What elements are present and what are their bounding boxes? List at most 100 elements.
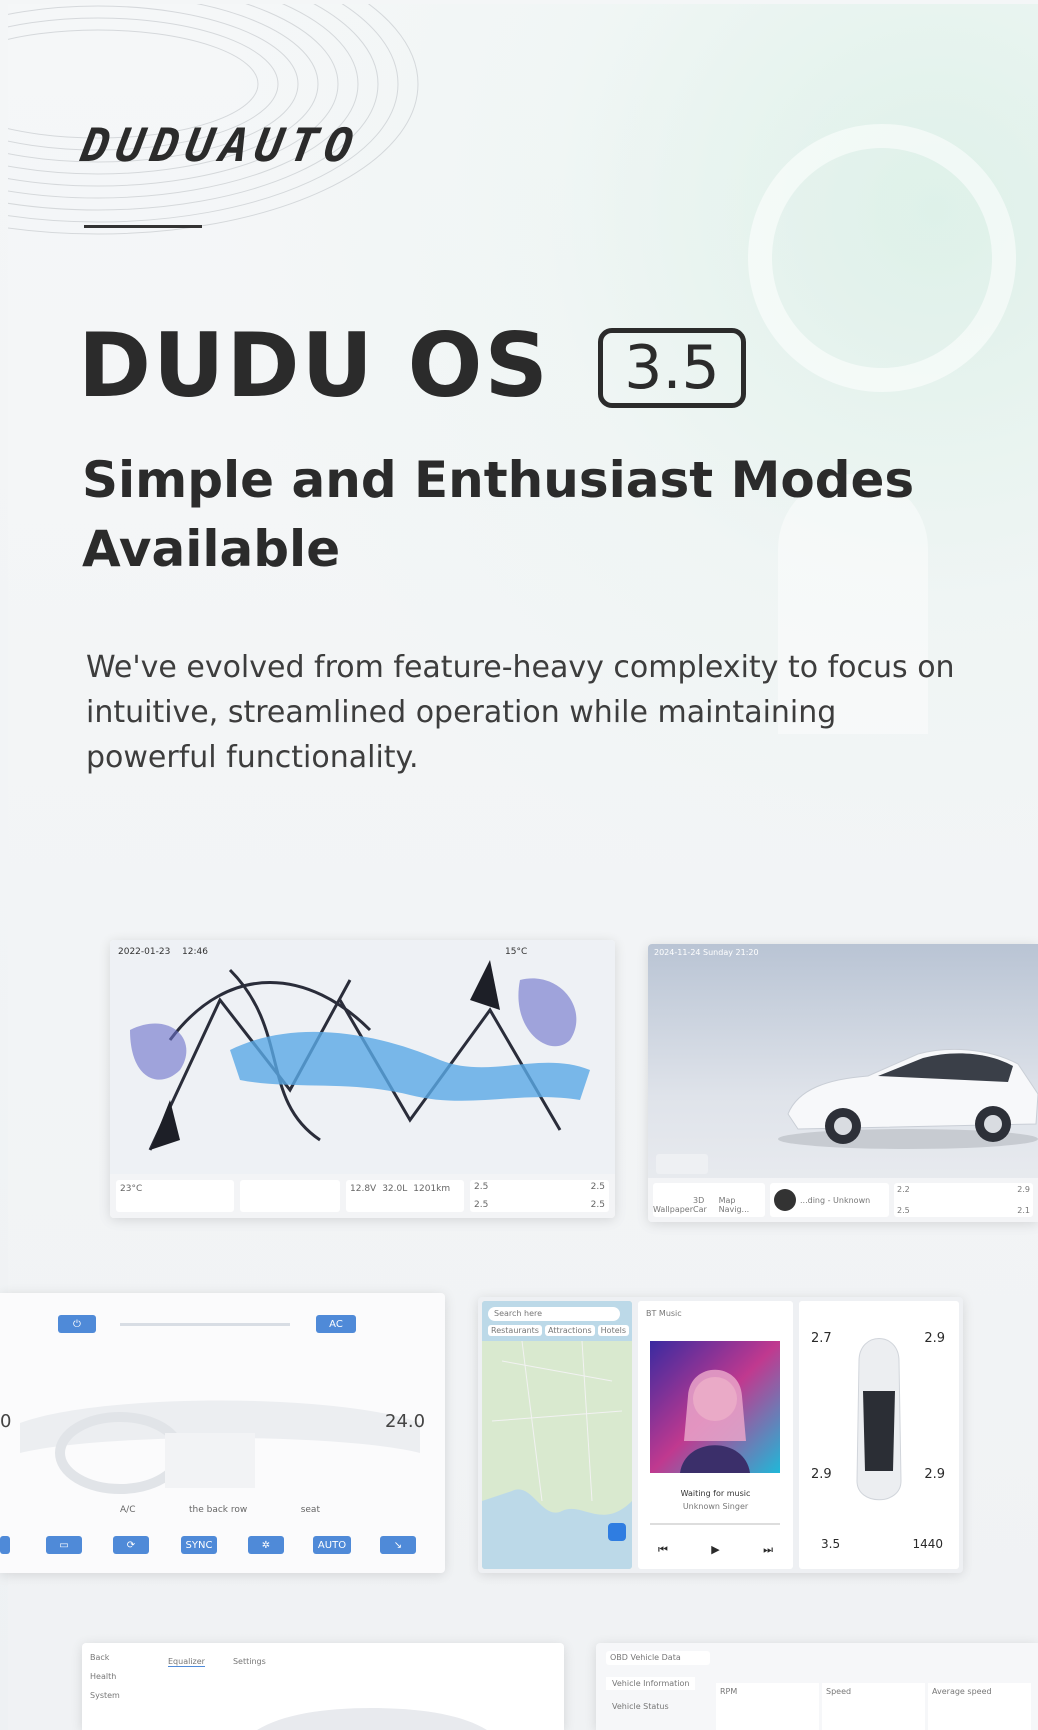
power-button[interactable]: ⏻ <box>58 1315 96 1333</box>
screen1-date: 2022-01-23 <box>118 947 170 957</box>
music-disc-icon <box>774 1189 796 1211</box>
auto-button[interactable]: AUTO <box>313 1536 351 1554</box>
anime-wallpaper: 2022-01-23 12:46 15°C <box>110 940 615 1174</box>
car-top-view <box>856 1338 902 1501</box>
brand-underline <box>84 225 202 228</box>
screen2-header: 2024-11-24 Sunday 21:20 <box>654 948 759 957</box>
car-3d-image <box>778 1048 1038 1149</box>
temp-right: 24.0 <box>385 1411 426 1432</box>
menu-vehicle-info[interactable]: Vehicle Information <box>606 1677 696 1690</box>
menu-system[interactable]: System <box>90 1691 120 1700</box>
remaining-range: 1440 <box>912 1537 943 1551</box>
app-3d-car[interactable]: 3D Car <box>693 1196 719 1214</box>
feature-back-row[interactable]: the back row <box>189 1505 247 1515</box>
sync-button[interactable]: SYNC <box>181 1536 217 1554</box>
menu-health[interactable]: Health <box>90 1672 120 1681</box>
screenshot-obd: OBD Vehicle Data Vehicle Information Veh… <box>596 1643 1038 1730</box>
gauge-rpm: RPM <box>716 1683 819 1730</box>
next-icon[interactable]: ⏭ <box>763 1543 773 1557</box>
map-chips: Restaurants Attractions Hotels <box>488 1325 630 1336</box>
music-widget[interactable]: ...ding - Unknown <box>770 1183 889 1217</box>
obd-dropdown[interactable]: OBD Vehicle Data <box>606 1651 710 1665</box>
screenshot-climate: ⏻ AC 0 24.0 A/C the back row seat ▭ ⟳ SY… <box>0 1293 445 1573</box>
screen1-time: 12:46 <box>182 947 208 957</box>
tire-panel: 2.7 2.9 2.9 2.9 3.5 1440 <box>799 1301 959 1569</box>
feature-seat[interactable]: seat <box>301 1505 320 1515</box>
album-art <box>650 1341 780 1473</box>
climate-features: A/C the back row seat <box>120 1505 320 1515</box>
battery-voltage: 3.5 <box>821 1537 841 1551</box>
tire2-fr: 2.9 <box>1017 1185 1030 1194</box>
tab-equalizer[interactable]: Equalizer <box>168 1657 205 1667</box>
play-icon[interactable]: ▶ <box>711 1543 719 1557</box>
climate-button-edge[interactable] <box>0 1536 10 1554</box>
tire-rr: 2.5 <box>590 1200 605 1210</box>
voltage-value: 12.8V <box>350 1184 377 1194</box>
obd-menu: Vehicle Information Vehicle Status <box>606 1677 696 1713</box>
fan-button[interactable]: ✲ <box>248 1536 284 1554</box>
recirculate-button[interactable]: ⟳ <box>113 1536 149 1554</box>
range-value: 1201km <box>413 1184 451 1194</box>
fan-slider[interactable] <box>120 1323 290 1326</box>
song-title: Waiting for music <box>680 1489 751 1498</box>
ac-button[interactable]: AC <box>316 1315 356 1333</box>
screen1-temp: 15°C <box>505 947 527 957</box>
settings-menu: Back Health System <box>90 1653 120 1700</box>
previous-icon[interactable]: ⏮ <box>658 1543 668 1557</box>
tire4-fr: 2.9 <box>924 1331 945 1346</box>
app-map[interactable]: Map Navig... <box>719 1196 765 1214</box>
tire4-fl: 2.7 <box>811 1331 832 1346</box>
temp-left: 0 <box>0 1411 12 1432</box>
map-panel[interactable]: Search here Restaurants Attractions Hote… <box>482 1301 632 1569</box>
music-progress[interactable] <box>650 1523 780 1525</box>
tire4-rr: 2.9 <box>924 1467 945 1482</box>
menu-back[interactable]: Back <box>90 1653 120 1662</box>
chip-hotels[interactable]: Hotels <box>597 1325 630 1336</box>
brand-logo: DUDUAUTO <box>77 118 365 172</box>
app-shortcuts: Wallpaper 3D Car Map Navig... <box>653 1183 765 1217</box>
music-panel: BT Music Waiting for music Unknown Singe… <box>638 1301 793 1569</box>
feature-ac[interactable]: A/C <box>120 1505 135 1515</box>
tire-widget-2: 2.2 2.9 2.5 2.1 <box>894 1183 1033 1217</box>
screenshot-wallpaper-home: 2022-01-23 12:46 15°C 23°C 12.8V 32.0L 1… <box>110 940 615 1218</box>
music-controls: ⏮ ▶ ⏭ <box>658 1543 773 1557</box>
defrost-front-button[interactable]: ▭ <box>46 1536 82 1554</box>
music-source[interactable]: BT Music <box>646 1309 682 1318</box>
decorative-circle <box>748 124 1016 392</box>
tire2-rl: 2.5 <box>897 1206 910 1215</box>
mode-widget[interactable] <box>240 1180 340 1212</box>
navigate-button[interactable] <box>608 1523 626 1541</box>
screenshot-multipanel: Search here Restaurants Attractions Hote… <box>478 1297 963 1573</box>
settings-tabs: Equalizer Settings <box>168 1657 266 1667</box>
weather-widget[interactable]: 23°C <box>116 1180 234 1212</box>
product-title: DUDU OS <box>78 314 550 417</box>
music-title: ...ding - Unknown <box>800 1195 871 1205</box>
tire-fl: 2.5 <box>474 1182 489 1192</box>
car-controls[interactable] <box>656 1154 708 1174</box>
tire-fr: 2.5 <box>590 1182 605 1192</box>
tire2-fl: 2.2 <box>897 1185 910 1194</box>
screen2-dock: Wallpaper 3D Car Map Navig... ...ding - … <box>648 1178 1038 1222</box>
gauge-speed: Speed <box>822 1683 925 1730</box>
airflow-button[interactable]: ↘ <box>380 1536 416 1554</box>
tab-settings[interactable]: Settings <box>233 1657 266 1667</box>
version-number: 3.5 <box>624 333 720 403</box>
gauge-avg-speed: Average speed <box>928 1683 1031 1730</box>
vehicle-widget: 12.8V 32.0L 1201km <box>346 1180 464 1212</box>
screenshot-settings: Back Health System Equalizer Settings <box>82 1643 564 1730</box>
map-search-input[interactable]: Search here <box>488 1307 620 1321</box>
description: We've evolved from feature-heavy complex… <box>86 650 955 775</box>
dashboard-illustration <box>20 1400 420 1494</box>
chip-attractions[interactable]: Attractions <box>544 1325 595 1336</box>
car-silhouette <box>257 1708 487 1730</box>
tire-widget: 2.5 2.5 2.5 2.5 <box>470 1180 609 1212</box>
screen1-dock: 23°C 12.8V 32.0L 1201km 2.5 2.5 2.5 2.5 <box>110 1174 615 1218</box>
app-wallpaper[interactable]: Wallpaper <box>653 1205 693 1214</box>
fuel-value: 32.0L <box>382 1184 408 1194</box>
obd-gauges: RPM Speed Average speed <box>716 1683 1031 1730</box>
menu-vehicle-status[interactable]: Vehicle Status <box>606 1700 695 1713</box>
version-badge: 3.5 <box>598 328 746 408</box>
tire2-rr: 2.1 <box>1017 1206 1030 1215</box>
chip-restaurants[interactable]: Restaurants <box>488 1325 542 1336</box>
screenshot-3d-car: 2024-11-24 Sunday 21:20 Wallpaper 3D Car… <box>648 944 1038 1222</box>
